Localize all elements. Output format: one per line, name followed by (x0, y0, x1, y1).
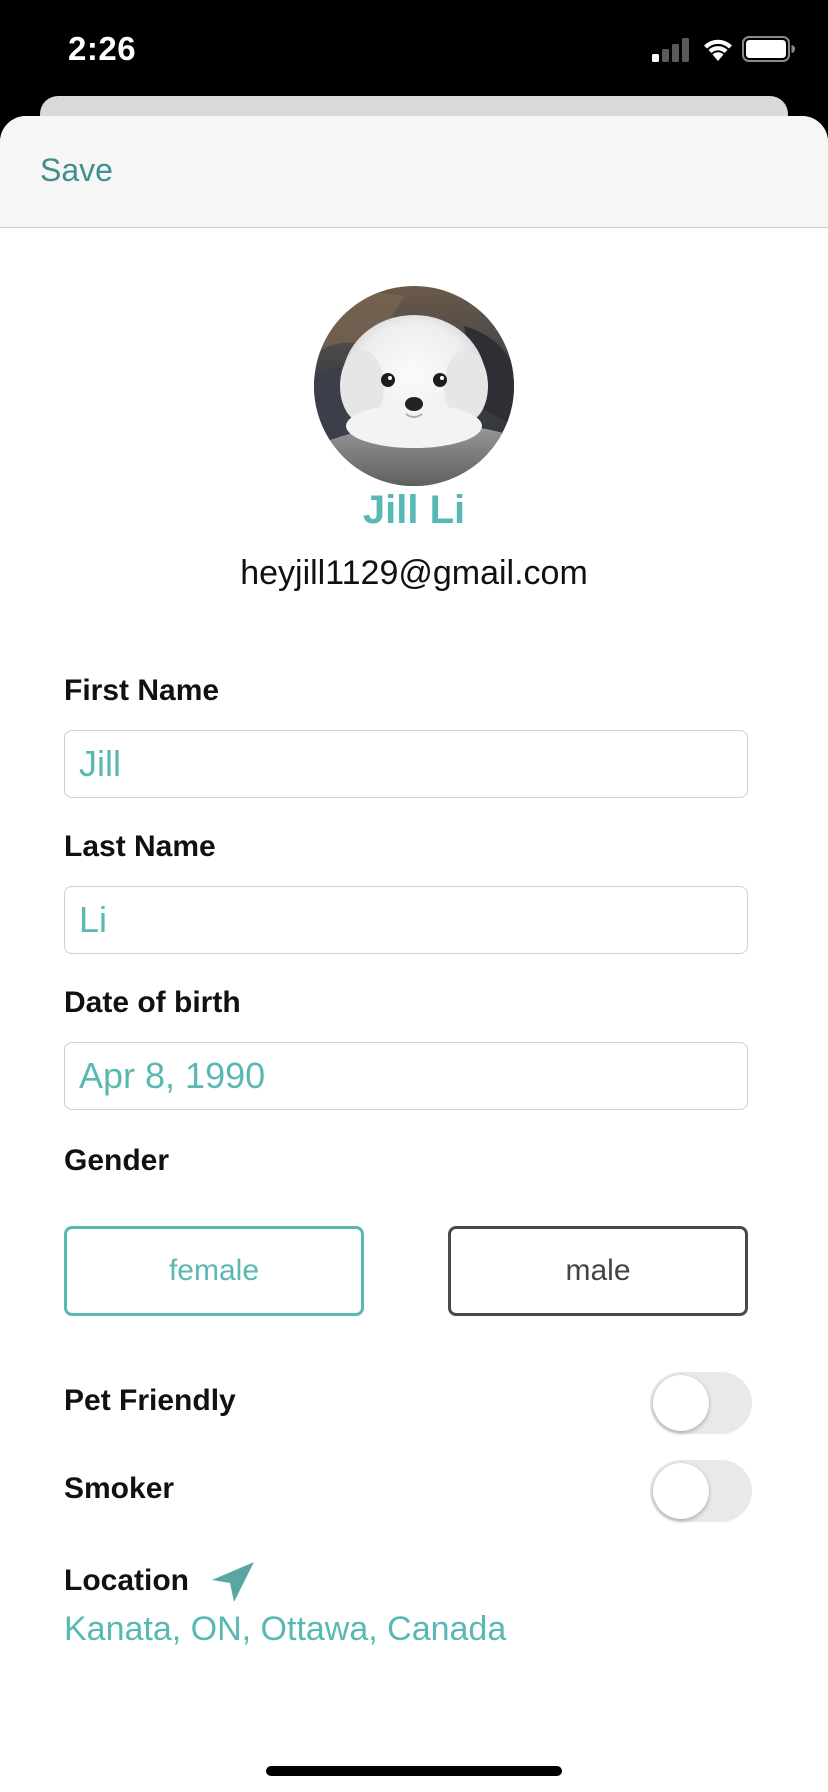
save-button[interactable]: Save (40, 152, 113, 189)
date-of-birth-field[interactable] (64, 1042, 748, 1110)
location-value[interactable]: Kanata, ON, Ottawa, Canada (64, 1610, 506, 1649)
cellular-signal-icon (652, 38, 689, 62)
last-name-field[interactable] (64, 886, 748, 954)
toggle-knob (653, 1375, 709, 1431)
location-arrow-icon[interactable] (210, 1560, 256, 1604)
pet-friendly-label: Pet Friendly (64, 1384, 236, 1417)
smoker-toggle[interactable] (650, 1460, 752, 1522)
status-bar: 2:26 (0, 0, 828, 96)
avatar[interactable] (314, 286, 514, 486)
gender-label: Gender (64, 1144, 170, 1177)
last-name-label: Last Name (64, 830, 216, 863)
battery-icon (742, 36, 795, 62)
location-label: Location (64, 1564, 189, 1597)
profile-email: heyjill1129@gmail.com (240, 554, 588, 592)
first-name-field[interactable] (64, 730, 748, 798)
dog-photo-image (314, 286, 514, 486)
toggle-knob (653, 1463, 709, 1519)
date-of-birth-input[interactable] (65, 1043, 747, 1109)
gender-male-button[interactable]: male (448, 1226, 748, 1316)
smoker-label: Smoker (64, 1472, 175, 1505)
first-name-input[interactable] (65, 731, 747, 797)
edit-profile-sheet: Save Jill Li heyjill1129@gmail.com First… (0, 116, 828, 1792)
first-name-label: First Name (64, 674, 220, 707)
pet-friendly-toggle[interactable] (650, 1372, 752, 1434)
status-time: 2:26 (68, 30, 137, 67)
gender-female-button[interactable]: female (64, 1226, 364, 1316)
wifi-icon (704, 39, 732, 61)
home-indicator (266, 1766, 562, 1776)
date-of-birth-label: Date of birth (64, 986, 241, 1019)
profile-name: Jill Li (362, 488, 466, 532)
navigation-bar: Save (0, 116, 828, 228)
last-name-input[interactable] (65, 887, 747, 953)
